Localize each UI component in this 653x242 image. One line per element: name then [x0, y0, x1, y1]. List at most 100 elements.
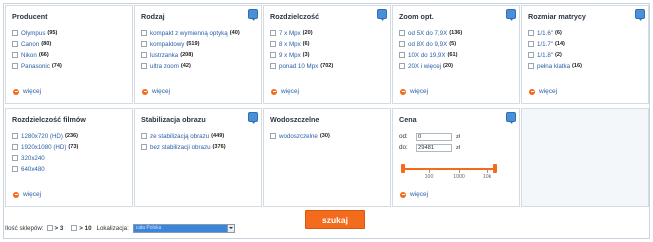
filter-option[interactable]: 1/1.8" (2)	[528, 50, 643, 61]
option-label[interactable]: 9 x Mpx	[279, 52, 301, 59]
price-slider-max-handle[interactable]	[493, 164, 497, 173]
info-icon[interactable]	[377, 9, 387, 21]
option-label[interactable]: pełna klatka	[537, 63, 570, 70]
more-link[interactable]: więcej	[400, 191, 428, 198]
checkbox[interactable]	[270, 30, 276, 37]
filter-option[interactable]: kompaktowy (519)	[141, 39, 256, 50]
filter-option[interactable]: ultra zoom (42)	[141, 61, 256, 72]
checkbox[interactable]	[528, 30, 534, 37]
price-slider[interactable]: 100 1000 10k	[399, 158, 499, 182]
option-label[interactable]: Canon	[21, 41, 39, 48]
checkbox[interactable]	[12, 133, 18, 140]
filter-option[interactable]: 640x480	[12, 164, 127, 175]
option-label[interactable]: 20X i więcej	[408, 63, 441, 70]
option-label[interactable]: ze stabilizacją obrazu	[150, 133, 209, 140]
search-button[interactable]: szukaj	[305, 210, 365, 229]
filter-option[interactable]: 20X i więcej (20)	[399, 61, 514, 72]
more-label[interactable]: więcej	[23, 191, 41, 198]
price-slider-track[interactable]	[403, 168, 495, 170]
more-link[interactable]: więcej	[13, 88, 41, 95]
filter-option[interactable]: kompakt z wymienną optyką (40)	[141, 28, 256, 39]
more-link[interactable]: więcej	[142, 88, 170, 95]
filter-option[interactable]: 1280x720 (HD) (236)	[12, 131, 127, 142]
filter-option[interactable]: 1920x1080 (HD) (73)	[12, 142, 127, 153]
shops-over-3-checkbox[interactable]	[46, 225, 53, 231]
checkbox[interactable]	[12, 30, 18, 37]
more-label[interactable]: więcej	[410, 88, 428, 95]
checkbox[interactable]	[270, 63, 276, 70]
checkbox[interactable]	[528, 63, 534, 70]
checkbox[interactable]	[141, 52, 147, 59]
info-icon[interactable]	[506, 112, 516, 124]
checkbox[interactable]	[12, 52, 18, 59]
checkbox[interactable]	[141, 133, 147, 140]
filter-option[interactable]: Canon (80)	[12, 39, 127, 50]
option-label[interactable]: od 5X do 7,9X	[408, 30, 447, 37]
info-icon[interactable]	[248, 9, 258, 21]
filter-option[interactable]: od 5X do 7,9X (136)	[399, 28, 514, 39]
filter-option[interactable]: wodoszczelne (30)	[270, 131, 385, 142]
option-label[interactable]: Panasonic	[21, 63, 50, 70]
filter-option[interactable]: 320x240	[12, 153, 127, 164]
filter-option[interactable]: bez stabilizacji obrazu (376)	[141, 142, 256, 153]
checkbox[interactable]	[12, 166, 18, 173]
price-to-input[interactable]: 29481	[416, 143, 452, 152]
filter-option[interactable]: lustrzanka (208)	[141, 50, 256, 61]
filter-option[interactable]: 10X do 19,9X (61)	[399, 50, 514, 61]
price-slider-min-handle[interactable]	[401, 164, 405, 173]
checkbox[interactable]	[270, 41, 276, 48]
filter-option[interactable]: 1/1.6" (6)	[528, 28, 643, 39]
more-label[interactable]: więcej	[23, 88, 41, 95]
more-label[interactable]: więcej	[410, 191, 428, 198]
filter-option[interactable]: od 8X do 9,9X (5)	[399, 39, 514, 50]
more-label[interactable]: więcej	[281, 88, 299, 95]
info-icon[interactable]	[248, 112, 258, 124]
more-link[interactable]: więcej	[400, 88, 428, 95]
option-label[interactable]: 10X do 19,9X	[408, 52, 446, 59]
checkbox[interactable]	[141, 41, 147, 48]
option-label[interactable]: ultra zoom	[150, 63, 179, 70]
option-label[interactable]: kompakt z wymienną optyką	[150, 30, 228, 37]
filter-option[interactable]: Olympus (95)	[12, 28, 127, 39]
option-label[interactable]: lustrzanka	[150, 52, 178, 59]
price-from-input[interactable]: 0	[416, 132, 452, 141]
checkbox[interactable]	[399, 41, 405, 48]
option-label[interactable]: od 8X do 9,9X	[408, 41, 447, 48]
more-link[interactable]: więcej	[529, 88, 557, 95]
option-label[interactable]: 7 x Mpx	[279, 30, 301, 37]
filter-option[interactable]: ze stabilizacją obrazu (449)	[141, 131, 256, 142]
checkbox[interactable]	[141, 144, 147, 151]
filter-option[interactable]: Panasonic (74)	[12, 61, 127, 72]
shops-over-10-checkbox[interactable]	[71, 225, 78, 231]
option-label[interactable]: 320x240	[21, 155, 45, 162]
checkbox[interactable]	[399, 63, 405, 70]
checkbox[interactable]	[270, 133, 276, 140]
checkbox[interactable]	[12, 155, 18, 162]
checkbox[interactable]	[270, 52, 276, 59]
checkbox[interactable]	[12, 63, 18, 70]
option-label[interactable]: 1/1.8"	[537, 52, 553, 59]
option-label[interactable]: Nikon	[21, 52, 37, 59]
location-select[interactable]: cała Polska	[132, 223, 235, 233]
chevron-down-icon[interactable]	[226, 224, 234, 232]
info-icon[interactable]	[635, 9, 645, 21]
option-label[interactable]: bez stabilizacji obrazu	[150, 144, 211, 151]
option-label[interactable]: 1920x1080 (HD)	[21, 144, 66, 151]
checkbox[interactable]	[12, 41, 18, 48]
option-label[interactable]: Olympus	[21, 30, 45, 37]
option-label[interactable]: 1/1.6"	[537, 30, 553, 37]
checkbox[interactable]	[141, 63, 147, 70]
checkbox[interactable]	[528, 41, 534, 48]
info-icon[interactable]	[506, 9, 516, 21]
filter-option[interactable]: 9 x Mpx (3)	[270, 50, 385, 61]
option-label[interactable]: kompaktowy	[150, 41, 184, 48]
option-label[interactable]: 640x480	[21, 166, 45, 173]
option-label[interactable]: 8 x Mpx	[279, 41, 301, 48]
filter-option[interactable]: 1/1.7" (14)	[528, 39, 643, 50]
more-label[interactable]: więcej	[152, 88, 170, 95]
checkbox[interactable]	[141, 30, 147, 37]
checkbox[interactable]	[399, 30, 405, 37]
filter-option[interactable]: pełna klatka (16)	[528, 61, 643, 72]
filter-option[interactable]: ponad 10 Mpx (702)	[270, 61, 385, 72]
more-link[interactable]: więcej	[13, 191, 41, 198]
